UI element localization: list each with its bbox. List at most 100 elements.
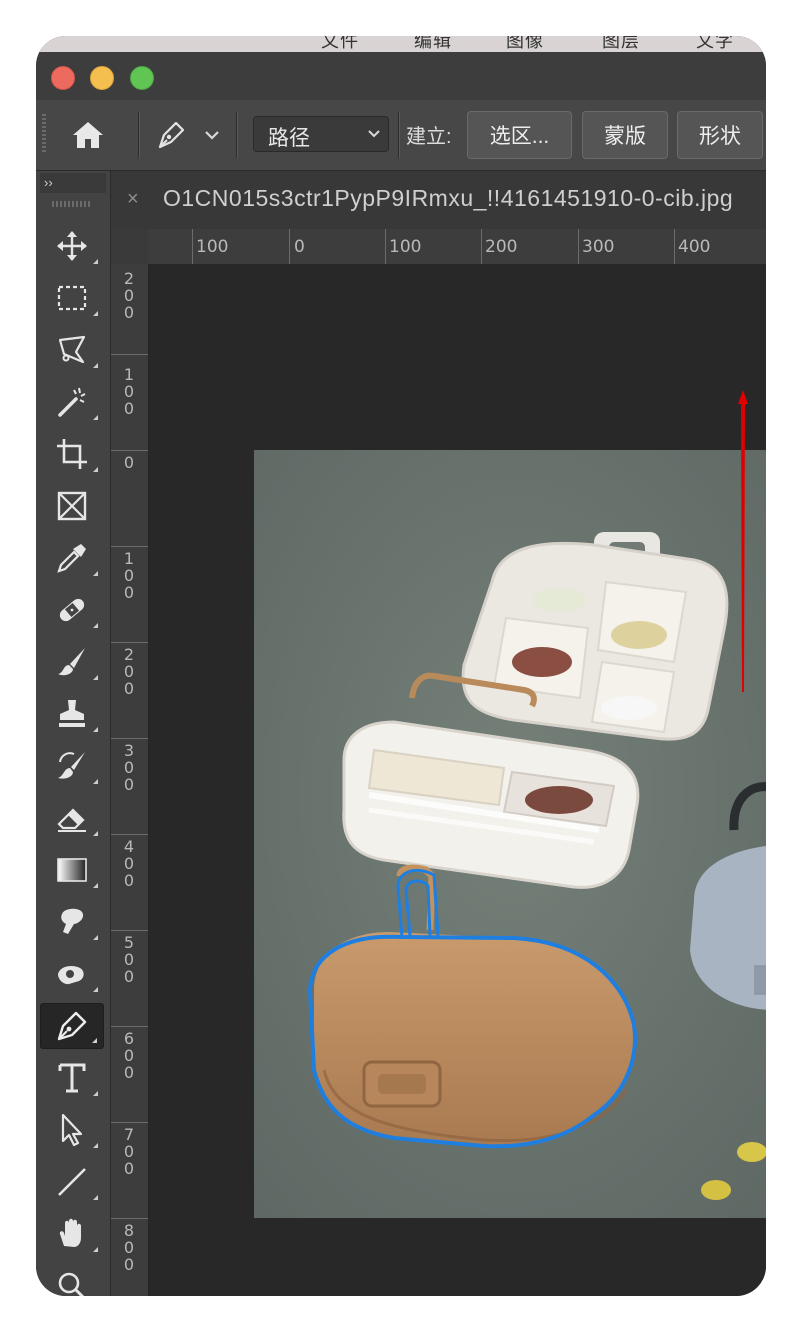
gradient-tool[interactable] <box>40 847 104 893</box>
stamp-icon <box>59 700 85 727</box>
magic-wand-tool[interactable] <box>40 379 104 425</box>
arrow-icon <box>61 1113 83 1147</box>
menu-item-edit[interactable]: 编辑 <box>414 36 452 52</box>
options-separator <box>398 112 400 158</box>
frame-tool[interactable] <box>40 483 104 529</box>
ruler-label: 100 <box>123 365 135 418</box>
zoom-icon <box>58 1272 85 1296</box>
close-window-button[interactable] <box>51 66 75 90</box>
tool-flyout-indicator <box>93 883 98 888</box>
ruler-origin[interactable] <box>111 229 149 265</box>
menu-item-type[interactable]: 文字 <box>696 36 734 52</box>
product-photo[interactable] <box>254 450 766 1218</box>
tool-flyout-indicator <box>93 259 98 264</box>
options-separator <box>138 112 140 158</box>
eraser-tool[interactable] <box>40 795 104 841</box>
smudge-tool[interactable] <box>40 899 104 945</box>
tool-flyout-indicator <box>93 675 98 680</box>
hand-tool[interactable] <box>40 1211 104 1257</box>
polygon-lasso-icon <box>58 335 86 364</box>
crop-icon <box>57 439 87 469</box>
brush-tool[interactable] <box>40 639 104 685</box>
options-separator <box>236 112 238 158</box>
ruler-label: 100 <box>389 237 422 257</box>
mode-select[interactable]: 路径 <box>253 116 389 152</box>
ruler-label: 100 <box>196 237 229 257</box>
bandage-icon <box>59 598 85 622</box>
type-icon <box>58 1063 86 1093</box>
clone-stamp-tool[interactable] <box>40 691 104 737</box>
zoom-window-button[interactable] <box>130 66 154 90</box>
menu-item-image[interactable]: 图像 <box>506 36 544 52</box>
history-brush-tool[interactable] <box>40 743 104 789</box>
options-bar-grip[interactable] <box>42 114 46 154</box>
ruler-label: 100 <box>123 549 135 602</box>
ruler-label: 400 <box>123 837 135 890</box>
tool-preset-picker[interactable] <box>154 116 224 154</box>
tool-flyout-indicator <box>93 1091 98 1096</box>
home-icon[interactable] <box>68 116 108 154</box>
tool-flyout-indicator <box>93 623 98 628</box>
hand-icon <box>59 1218 81 1247</box>
ruler-tick <box>111 1218 148 1219</box>
ruler-tick <box>111 738 148 739</box>
eyedropper-tool[interactable] <box>40 535 104 581</box>
tool-flyout-indicator <box>93 467 98 472</box>
marquee-tool[interactable] <box>40 275 104 321</box>
line-tool[interactable] <box>40 1159 104 1205</box>
tool-flyout-indicator <box>93 987 98 992</box>
magic-wand-icon <box>58 387 86 417</box>
minimize-window-button[interactable] <box>90 66 114 90</box>
ruler-label: 300 <box>123 741 135 794</box>
tool-flyout-indicator <box>93 831 98 836</box>
history-brush-icon <box>58 752 85 779</box>
ruler-label: 700 <box>123 1125 135 1178</box>
zoom-tool[interactable] <box>40 1263 104 1296</box>
move-tool[interactable] <box>40 223 104 269</box>
mode-select-value: 路径 <box>268 127 310 150</box>
make-mask-button[interactable]: 蒙版 <box>582 111 668 159</box>
tool-flyout-indicator <box>93 363 98 368</box>
pen-icon <box>57 1011 87 1041</box>
ruler-tick <box>674 229 675 264</box>
pen-tool[interactable] <box>40 1003 104 1049</box>
ruler-label: 500 <box>123 933 135 986</box>
crop-tool[interactable] <box>40 431 104 477</box>
dodge-tool[interactable] <box>40 951 104 997</box>
menu-item-file[interactable]: 文件 <box>321 36 359 52</box>
photoshop-window: 文件 编辑 图像 图层 文字 路径 建立: 选区... 蒙版 形状 ›› × O… <box>36 36 766 1296</box>
ruler-label: 200 <box>123 269 135 322</box>
lasso-tool[interactable] <box>40 327 104 373</box>
ruler-tick <box>111 834 148 835</box>
close-tab-icon[interactable]: × <box>127 188 139 211</box>
horizontal-ruler[interactable]: 100 0 100 200 300 400 500 <box>148 229 766 265</box>
make-selection-button[interactable]: 选区... <box>467 111 572 159</box>
menu-item-layer[interactable]: 图层 <box>602 36 640 52</box>
dodge-icon <box>58 966 84 985</box>
options-bar: 路径 建立: 选区... 蒙版 形状 <box>36 100 766 171</box>
panel-collapse-button[interactable]: ›› <box>40 173 106 193</box>
make-shape-button[interactable]: 形状 <box>677 111 763 159</box>
tool-flyout-indicator <box>93 935 98 940</box>
window-titlebar <box>36 52 766 101</box>
tool-flyout-indicator <box>93 1247 98 1252</box>
panel-grip[interactable] <box>52 201 92 207</box>
vertical-ruler[interactable]: 200 100 0 100 200 300 400 500 600 700 80… <box>111 264 149 1296</box>
ruler-tick <box>111 930 148 931</box>
eraser-icon <box>57 808 86 832</box>
document-tab-title[interactable]: O1CN015s3ctr1PypP9IRmxu_!!4161451910-0-c… <box>163 185 733 212</box>
frame-icon <box>57 491 87 521</box>
healing-brush-tool[interactable] <box>40 587 104 633</box>
ruler-label: 0 <box>294 237 305 257</box>
tool-flyout-indicator <box>93 571 98 576</box>
document-tab-bar: × O1CN015s3ctr1PypP9IRmxu_!!4161451910-0… <box>111 171 766 230</box>
pen-tool-icon <box>158 121 219 149</box>
gradient-icon <box>57 858 87 882</box>
document-canvas[interactable] <box>149 265 766 1296</box>
path-select-tool[interactable] <box>40 1107 104 1153</box>
tool-flyout-indicator <box>93 415 98 420</box>
type-tool[interactable] <box>40 1055 104 1101</box>
ruler-tick <box>289 229 290 264</box>
ruler-tick <box>481 229 482 264</box>
tool-flyout-indicator <box>93 311 98 316</box>
